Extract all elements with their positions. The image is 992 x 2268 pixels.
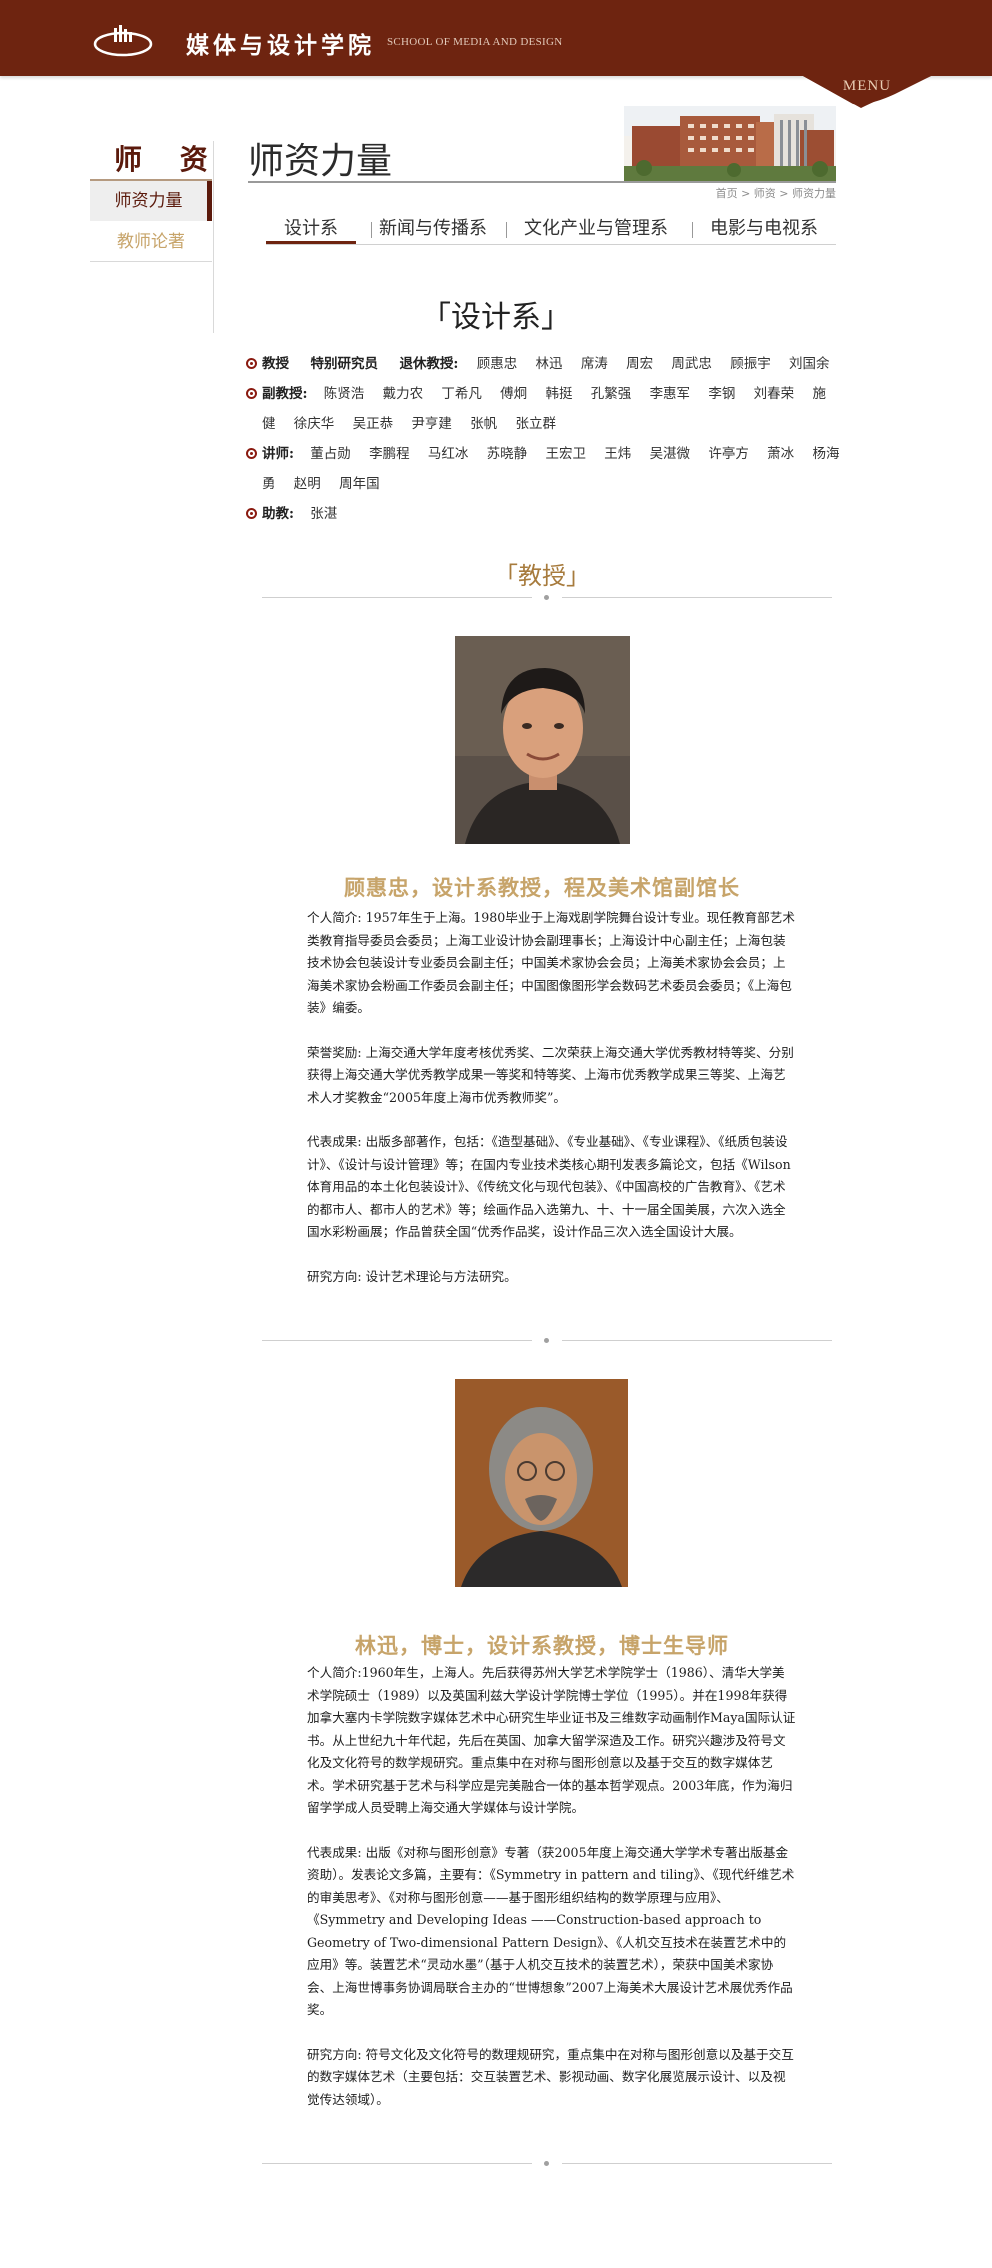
- faculty-name-link[interactable]: 周宏: [626, 356, 653, 372]
- roster-row-professors: 教授 特别研究员 退休教授: 顾惠忠 林迅 席涛 周宏 周武忠 顾振宇 刘国余: [246, 349, 846, 379]
- faculty-name-link[interactable]: 陈贤浩: [324, 386, 365, 402]
- faculty-name-link[interactable]: 董占勋: [310, 446, 351, 462]
- profile-body: 个人简介: 1957年生于上海。1980毕业于上海戏剧学院舞台设计专业。现任教育…: [307, 907, 797, 1310]
- faculty-name-link[interactable]: 吴正恭: [353, 416, 394, 432]
- profile-research: 研究方向: 设计艺术理论与方法研究。: [307, 1268, 517, 1284]
- faculty-name-link[interactable]: 周武忠: [671, 356, 712, 372]
- menu-button[interactable]: MENU: [803, 76, 931, 108]
- bracket-close: 」: [541, 300, 571, 335]
- sidebar-separator: [90, 261, 212, 262]
- roster-label: 副教授:: [262, 386, 308, 402]
- bullet-icon: [246, 358, 257, 369]
- profile-photo: [455, 1379, 628, 1587]
- tab-separator: [371, 222, 372, 238]
- roster-row-associate-professors: 副教授: 陈贤浩 戴力农 丁希凡 傅炯 韩挺 孔繁强 李惠军 李钢 刘春荣 施健…: [246, 379, 846, 439]
- section-divider: [262, 593, 832, 603]
- faculty-name-link[interactable]: 许亭方: [708, 446, 749, 462]
- faculty-name-link[interactable]: 顾惠忠: [477, 356, 518, 372]
- sidebar-item-faculty-works[interactable]: 教师论著: [90, 222, 212, 262]
- faculty-name-link[interactable]: 孔繁强: [591, 386, 632, 402]
- department-tabs: 设计系 新闻与传播系 文化产业与管理系 电影与电视系: [266, 216, 836, 246]
- tab-design[interactable]: 设计系: [266, 216, 356, 244]
- profile-body: 个人简介:1960年生，上海人。先后获得苏州大学艺术学院学士（1986）、清华大…: [307, 1662, 797, 2133]
- faculty-roster: 教授 特别研究员 退休教授: 顾惠忠 林迅 席涛 周宏 周武忠 顾振宇 刘国余 …: [246, 349, 846, 529]
- profile-achievements: 代表成果: 出版《对称与图形创意》专著（获2005年度上海交通大学学术专著出版基…: [307, 1844, 795, 2018]
- sidebar-item-faculty-strength[interactable]: 师资力量: [90, 181, 212, 221]
- profile-achievements: 代表成果: 出版多部著作，包括：《造型基础》、《专业基础》、《专业课程》、《纸质…: [307, 1134, 791, 1239]
- roster-label-extra: 退休教授:: [399, 356, 459, 372]
- faculty-name-link[interactable]: 马红冰: [428, 446, 469, 462]
- faculty-name-link[interactable]: 苏晓静: [487, 446, 528, 462]
- page-title: 师资力量: [248, 141, 393, 182]
- campus-building-image: [624, 106, 836, 182]
- roster-row-assistants: 助教: 张湛: [246, 499, 846, 529]
- tab-cultural-industry[interactable]: 文化产业与管理系: [524, 216, 668, 244]
- title-rule: [248, 181, 836, 183]
- faculty-name-link[interactable]: 席涛: [581, 356, 608, 372]
- faculty-name-link[interactable]: 萧冰: [767, 446, 794, 462]
- profile-research: 研究方向: 符号文化及文化符号的数理规研究，重点集中在对称与图形创意以及基于交互…: [307, 2046, 794, 2107]
- roster-row-lecturers: 讲师: 董占勋 李鹏程 马红冰 苏晓静 王宏卫 王炜 吴湛微 许亭方 萧冰 杨海…: [246, 439, 846, 499]
- section-title: 「教授」: [0, 556, 992, 591]
- bracket-open: 「: [494, 562, 518, 590]
- bracket-open: 「: [421, 300, 451, 335]
- faculty-name-link[interactable]: 林迅: [536, 356, 563, 372]
- faculty-name-link[interactable]: 王宏卫: [545, 446, 586, 462]
- tab-separator: [506, 222, 507, 238]
- bullet-icon: [246, 448, 257, 459]
- tabs-rule: [266, 244, 836, 245]
- profile-divider: [262, 1336, 832, 1346]
- faculty-name-link[interactable]: 徐庆华: [294, 416, 335, 432]
- faculty-name-link[interactable]: 李钢: [708, 386, 735, 402]
- profile-divider: [262, 2159, 832, 2169]
- faculty-name-link[interactable]: 张立群: [515, 416, 556, 432]
- faculty-name-link[interactable]: 尹亨建: [411, 416, 452, 432]
- department-heading: 「设计系」: [0, 292, 992, 336]
- faculty-name-link[interactable]: 李鹏程: [369, 446, 410, 462]
- tab-journalism[interactable]: 新闻与传播系: [379, 216, 487, 244]
- site-header: 媒体与设计学院 SCHOOL OF MEDIA AND DESIGN: [0, 0, 992, 76]
- profile-intro: 个人简介: 1957年生于上海。1980毕业于上海戏剧学院舞台设计专业。现任教育…: [307, 910, 795, 1015]
- faculty-name-link[interactable]: 戴力农: [383, 386, 424, 402]
- department-heading-text: 设计系: [451, 300, 541, 335]
- roster-label: 讲师:: [262, 446, 294, 462]
- faculty-name-link[interactable]: 吴湛微: [650, 446, 691, 462]
- brand-name-cn[interactable]: 媒体与设计学院: [186, 26, 375, 60]
- faculty-name-link[interactable]: 韩挺: [545, 386, 572, 402]
- bullet-icon: [246, 388, 257, 399]
- profile-intro: 个人简介:1960年生，上海人。先后获得苏州大学艺术学院学士（1986）、清华大…: [307, 1665, 796, 1815]
- faculty-name-link[interactable]: 刘国余: [789, 356, 830, 372]
- faculty-name-link[interactable]: 张帆: [470, 416, 497, 432]
- section-title-text: 教授: [518, 562, 566, 590]
- profile-honors: 荣誉奖励: 上海交通大学年度考核优秀奖、二次荣获上海交通大学优秀教材特等奖、分别…: [307, 1044, 794, 1105]
- menu-label: MENU: [842, 78, 892, 94]
- faculty-name-link[interactable]: 赵明: [294, 476, 321, 492]
- tab-separator: [692, 222, 693, 238]
- roster-label: 教授: [262, 356, 289, 372]
- roster-label: 助教:: [262, 506, 294, 522]
- roster-label-extra: 特别研究员: [310, 356, 378, 372]
- bullet-icon: [246, 508, 257, 519]
- faculty-name-link[interactable]: 顾振宇: [730, 356, 771, 372]
- brand-name-en: SCHOOL OF MEDIA AND DESIGN: [387, 36, 563, 48]
- faculty-name-link[interactable]: 丁希凡: [441, 386, 482, 402]
- building-logo-icon[interactable]: [92, 22, 154, 58]
- profile-photo: [455, 636, 630, 844]
- bracket-close: 」: [566, 562, 590, 590]
- faculty-name-link[interactable]: 李惠军: [650, 386, 691, 402]
- faculty-name-link[interactable]: 周年国: [339, 476, 380, 492]
- faculty-name-link[interactable]: 刘春荣: [754, 386, 795, 402]
- profile-name: 顾惠忠，设计系教授，程及美术馆副馆长: [344, 875, 740, 900]
- faculty-name-link[interactable]: 傅炯: [500, 386, 527, 402]
- faculty-name-link[interactable]: 张湛: [310, 506, 337, 522]
- sidebar-title: 师 资: [114, 143, 222, 176]
- profile-name: 林迅，博士，设计系教授，博士生导师: [355, 1633, 729, 1658]
- tab-film-tv[interactable]: 电影与电视系: [710, 216, 818, 244]
- breadcrumb[interactable]: 首页 > 师资 > 师资力量: [716, 185, 836, 201]
- faculty-name-link[interactable]: 王炜: [604, 446, 631, 462]
